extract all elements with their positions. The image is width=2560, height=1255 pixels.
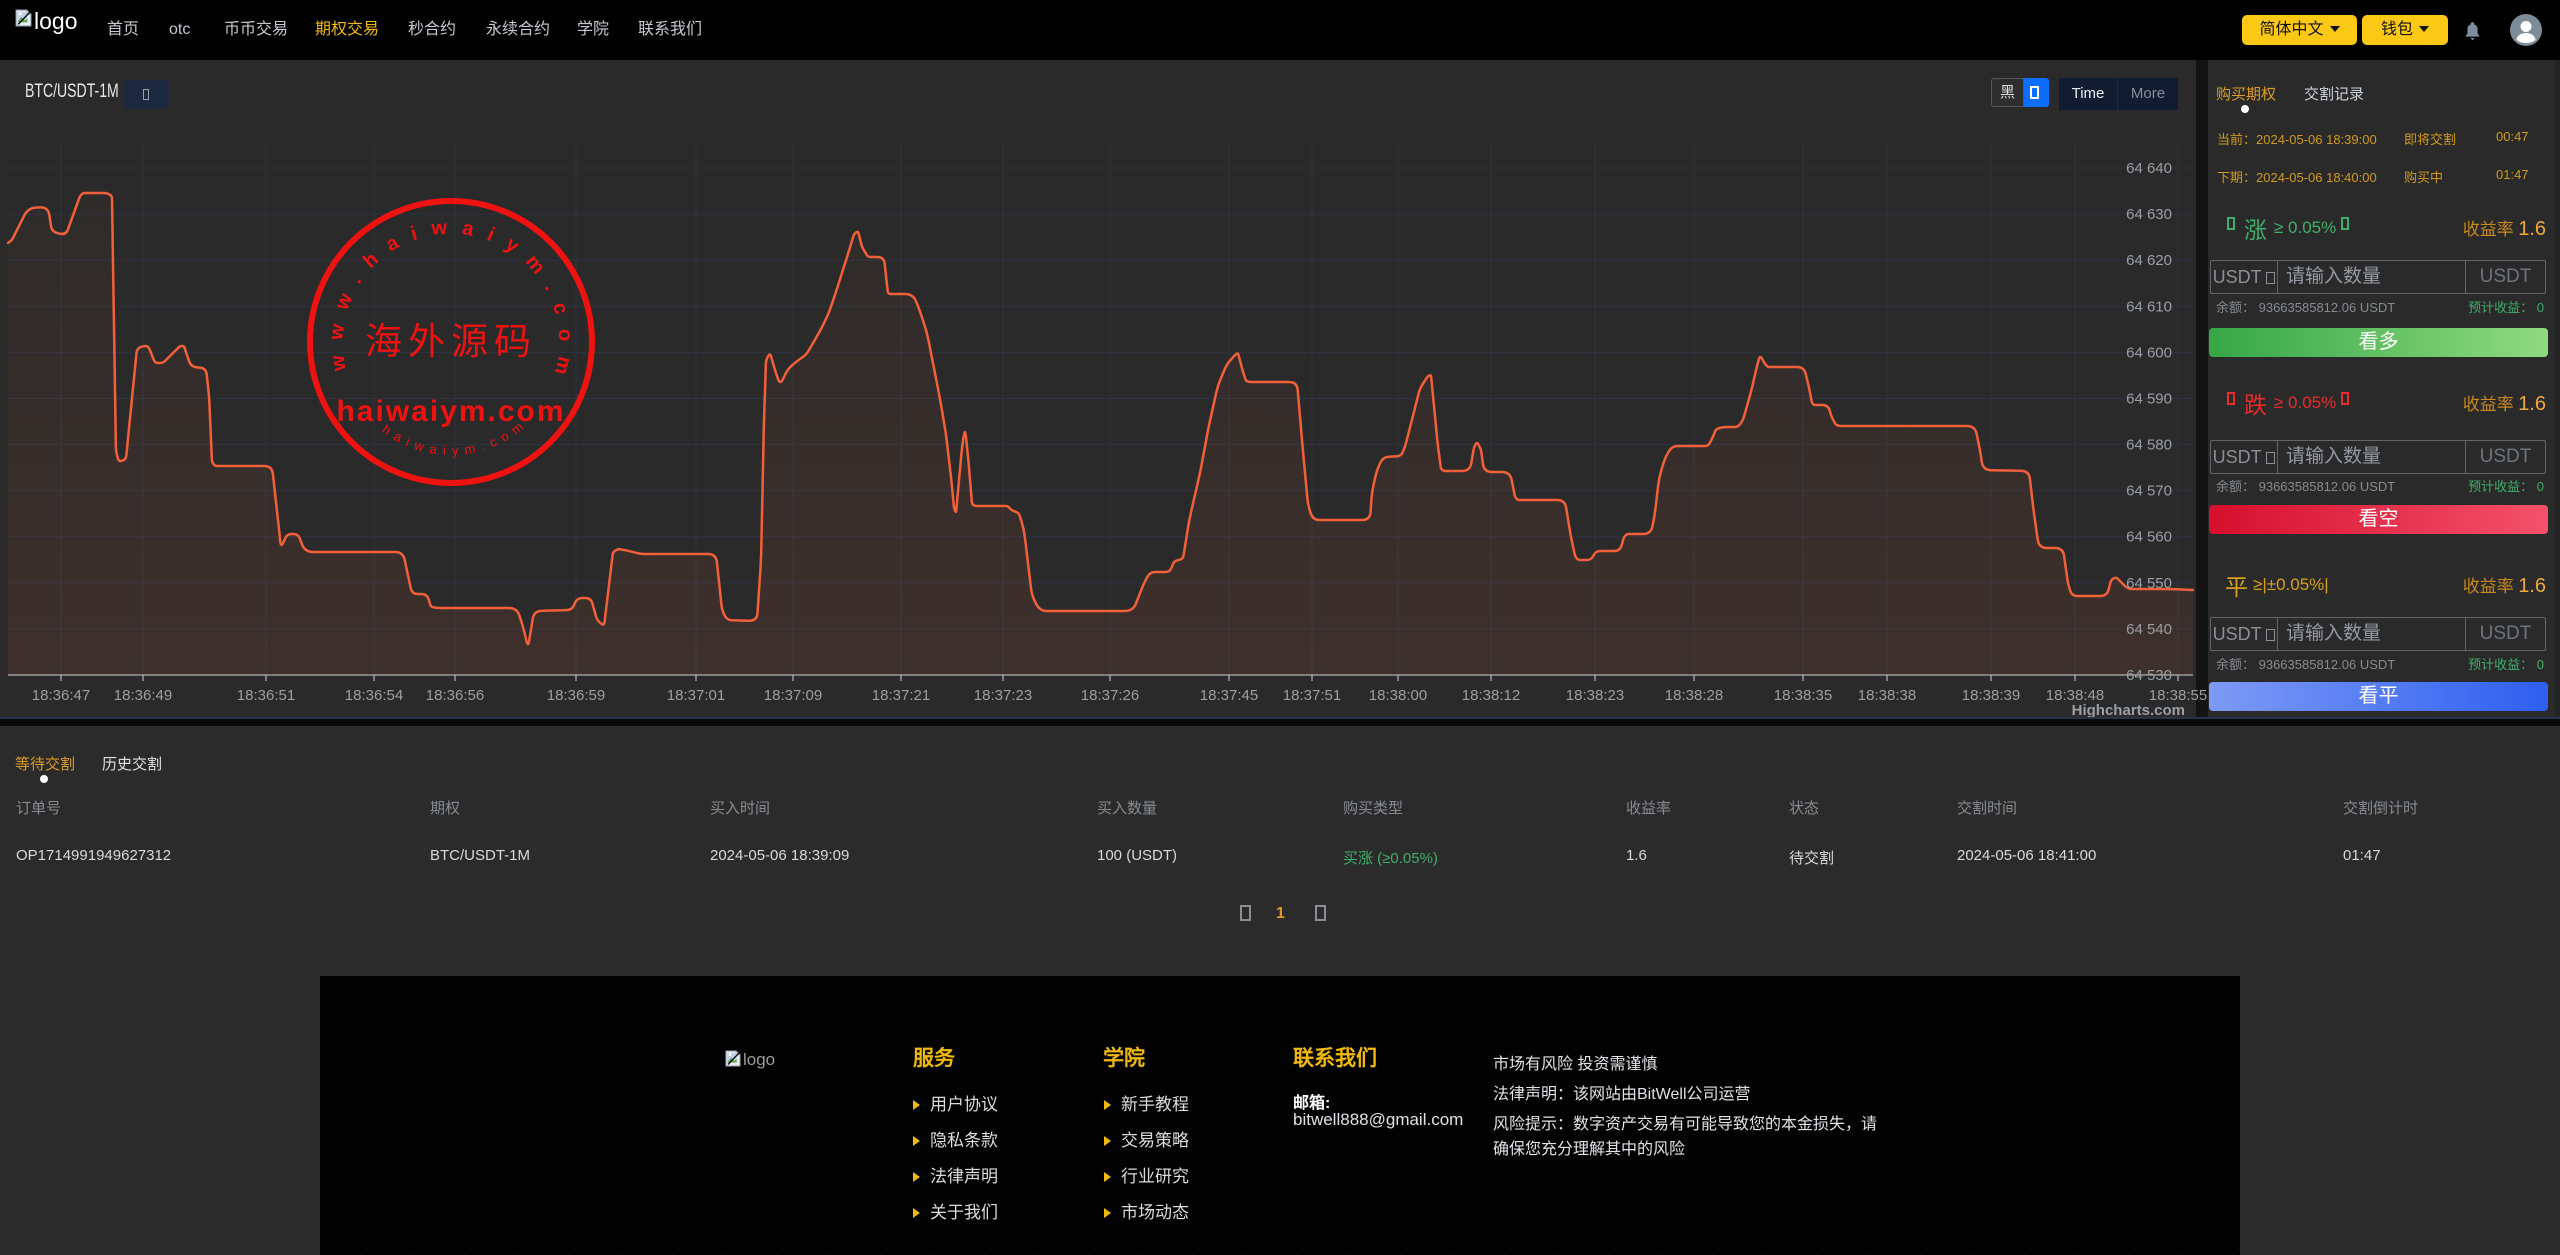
svg-text:64 590: 64 590 xyxy=(2126,391,2172,408)
svg-text:18:37:45: 18:37:45 xyxy=(1200,687,1258,704)
svg-text:64 550: 64 550 xyxy=(2126,575,2172,592)
svg-text:18:38:39: 18:38:39 xyxy=(1962,687,2020,704)
svg-text:18:37:01: 18:37:01 xyxy=(667,687,725,704)
svg-text:18:37:23: 18:37:23 xyxy=(974,687,1032,704)
svg-text:18:38:00: 18:38:00 xyxy=(1369,687,1427,704)
svg-text:18:37:51: 18:37:51 xyxy=(1283,687,1341,704)
svg-text:Highcharts.com: Highcharts.com xyxy=(2072,702,2185,717)
svg-text:18:37:21: 18:37:21 xyxy=(872,687,930,704)
svg-text:64 600: 64 600 xyxy=(2126,344,2172,361)
svg-text:64 640: 64 640 xyxy=(2126,160,2172,177)
svg-text:64 620: 64 620 xyxy=(2126,252,2172,269)
svg-text:18:36:56: 18:36:56 xyxy=(426,687,484,704)
svg-text:64 540: 64 540 xyxy=(2126,621,2172,638)
svg-text:64 570: 64 570 xyxy=(2126,483,2172,500)
svg-text:18:38:38: 18:38:38 xyxy=(1858,687,1916,704)
svg-text:64 530: 64 530 xyxy=(2126,667,2172,684)
svg-text:18:36:49: 18:36:49 xyxy=(114,687,172,704)
svg-text:64 560: 64 560 xyxy=(2126,529,2172,546)
svg-text:18:38:35: 18:38:35 xyxy=(1774,687,1832,704)
svg-text:64 580: 64 580 xyxy=(2126,437,2172,454)
svg-text:18:38:23: 18:38:23 xyxy=(1566,687,1624,704)
svg-text:64 630: 64 630 xyxy=(2126,206,2172,223)
svg-text:海外源码: 海外源码 xyxy=(365,322,537,363)
svg-text:18:36:54: 18:36:54 xyxy=(345,687,403,704)
svg-text:18:38:28: 18:38:28 xyxy=(1665,687,1723,704)
svg-text:18:36:59: 18:36:59 xyxy=(547,687,605,704)
svg-text:haiwaiym.com: haiwaiym.com xyxy=(336,395,565,428)
svg-text:18:37:26: 18:37:26 xyxy=(1081,687,1139,704)
svg-text:18:36:51: 18:36:51 xyxy=(237,687,295,704)
svg-text:www.haiwaiym.com: www.haiwaiym.com xyxy=(325,216,576,390)
svg-text:18:37:09: 18:37:09 xyxy=(764,687,822,704)
svg-text:18:36:47: 18:36:47 xyxy=(32,687,90,704)
svg-text:64 610: 64 610 xyxy=(2126,298,2172,315)
svg-text:18:38:12: 18:38:12 xyxy=(1462,687,1520,704)
